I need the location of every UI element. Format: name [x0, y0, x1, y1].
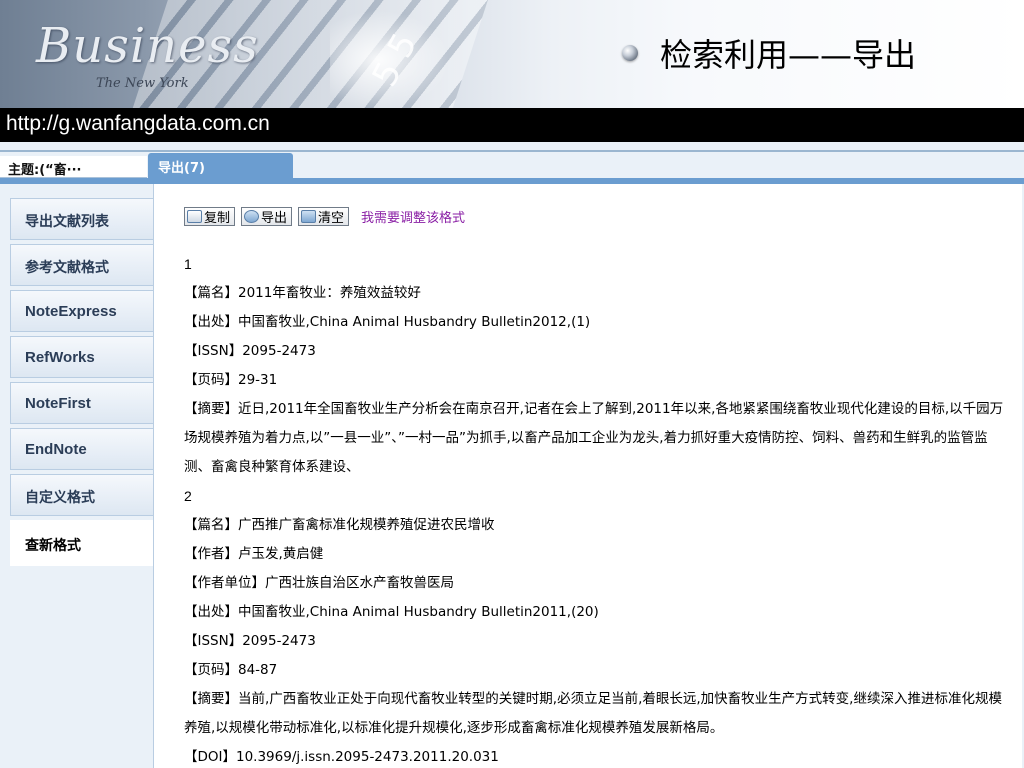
sidebar-item-endnote[interactable]: EndNote [10, 428, 153, 470]
sidebar-item-refworks[interactable]: RefWorks [10, 336, 153, 378]
sidebar-item-notefirst[interactable]: NoteFirst [10, 382, 153, 424]
record-title: 【篇名】2011年畜牧业：养殖效益较好 [184, 285, 421, 301]
record-pages: 【页码】84-87 [184, 662, 278, 678]
format-sidebar: 导出文献列表 参考文献格式 NoteExpress RefWorks NoteF… [10, 198, 153, 570]
export-button[interactable]: 导出 [241, 206, 293, 226]
export-icon [244, 209, 260, 223]
record-source: 【出处】中国畜牧业,China Animal Husbandry Bulleti… [184, 314, 591, 330]
export-toolbar: 复制 导出 清空 我需要调整该格式 [184, 206, 465, 226]
sidebar-item-novelty-format[interactable]: 查新格式 [10, 520, 153, 566]
record-affiliation: 【作者单位】广西壮族自治区水产畜牧兽医局 [184, 575, 454, 591]
copy-button-label: 复制 [204, 210, 231, 226]
adjust-format-link[interactable]: 我需要调整该格式 [361, 207, 465, 226]
record-index: 2 [184, 488, 192, 504]
banner-newspaper-text: The New York [96, 76, 189, 91]
export-content-panel: 复制 导出 清空 我需要调整该格式 1 【篇名】2011年畜牧业：养殖效益较好 … [153, 184, 1022, 768]
record-issn: 【ISSN】2095-2473 [184, 343, 316, 359]
record-source: 【出处】中国畜牧业,China Animal Husbandry Bulleti… [184, 604, 599, 620]
record-abstract: 【摘要】近日,2011年全国畜牧业生产分析会在南京召开,记者在会上了解到,201… [184, 401, 1004, 475]
clear-icon [301, 209, 317, 223]
clear-button[interactable]: 清空 [298, 206, 350, 226]
record-index: 1 [184, 256, 192, 272]
sidebar-item-noteexpress[interactable]: NoteExpress [10, 290, 153, 332]
record-title: 【篇名】广西推广畜禽标准化规模养殖促进农民增收 [184, 517, 495, 533]
top-divider [0, 150, 1024, 152]
export-page: 主题:(“畜··· 导出(7) 导出文献列表 参考文献格式 NoteExpres… [0, 142, 1024, 768]
export-button-label: 导出 [261, 210, 288, 226]
record-authors: 【作者】卢玉发,黄启健 [184, 546, 324, 562]
record-doi: 【DOI】10.3969/j.issn.2095-2473.2011.20.03… [184, 749, 499, 765]
copy-button[interactable]: 复制 [184, 206, 236, 226]
sidebar-item-reference-format[interactable]: 参考文献格式 [10, 244, 153, 286]
url-bar: http://g.wanfangdata.com.cn [0, 108, 1024, 142]
slide-title-text: 检索利用——导出 [660, 36, 917, 74]
bullet-icon [622, 45, 638, 61]
record-abstract: 【摘要】当前,广西畜牧业正处于向现代畜牧业转型的关键时期,必须立足当前,着眼长远… [184, 691, 1002, 736]
sidebar-item-custom-format[interactable]: 自定义格式 [10, 474, 153, 516]
tab-export[interactable]: 导出(7) [148, 153, 293, 179]
banner-logo-text: Business [36, 18, 259, 74]
slide-title: 检索利用——导出 [622, 30, 916, 76]
record-list: 1 【篇名】2011年畜牧业：养殖效益较好 【出处】中国畜牧业,China An… [184, 250, 1014, 768]
url-text: http://g.wanfangdata.com.cn [6, 112, 270, 135]
copy-icon [187, 209, 202, 223]
clear-button-label: 清空 [318, 210, 345, 226]
sidebar-item-export-list[interactable]: 导出文献列表 [10, 198, 153, 240]
subject-label: 主题:(“畜··· [0, 156, 147, 178]
record-issn: 【ISSN】2095-2473 [184, 633, 316, 649]
record-pages: 【页码】29-31 [184, 372, 278, 388]
